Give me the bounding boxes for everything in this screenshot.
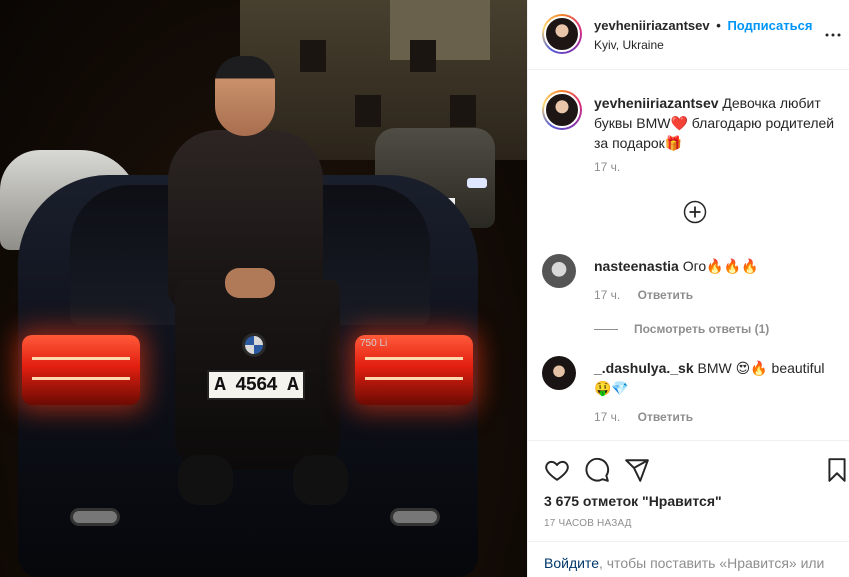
comment-username[interactable]: _.dashulya._sk — [594, 360, 694, 376]
reply-button[interactable]: Ответить — [638, 410, 693, 424]
comment-avatar[interactable] — [542, 254, 576, 288]
heart-icon[interactable] — [544, 457, 570, 483]
exhaust-pipe — [390, 508, 440, 526]
taillight-left — [22, 335, 140, 405]
building-window — [410, 40, 436, 72]
exhaust-pipe — [70, 508, 120, 526]
person-hands — [225, 268, 275, 298]
plus-circle-icon[interactable] — [683, 200, 707, 224]
building-window — [355, 95, 381, 127]
view-replies-button[interactable]: Посмотреть ответы (1) — [594, 322, 769, 336]
person-shoe — [178, 455, 233, 505]
caption-avatar[interactable] — [542, 90, 582, 130]
likes-count[interactable]: 3 675 отметок "Нравится" — [544, 493, 722, 509]
comment-meta: 17 ч. Ответить — [594, 288, 693, 302]
taillight-strip — [32, 377, 130, 380]
building-window — [300, 40, 326, 72]
comment-time[interactable]: 17 ч. — [594, 410, 620, 424]
post-actions: 3 675 отметок "Нравится" 17 ЧАСОВ НАЗАД … — [528, 440, 849, 577]
separator-dot: • — [716, 18, 721, 33]
comment-time[interactable]: 17 ч. — [594, 288, 620, 302]
headlight — [467, 178, 487, 188]
post-time-ago[interactable]: 17 ЧАСОВ НАЗАД — [544, 518, 632, 529]
caption-username[interactable]: yevheniiriazantsev — [594, 95, 719, 111]
replies-divider — [594, 329, 618, 331]
taillight-strip — [365, 377, 463, 380]
model-badge: 750 Li — [360, 338, 388, 349]
license-plate: А 4564 А — [207, 370, 305, 400]
reply-button[interactable]: Ответить — [638, 288, 693, 302]
bmw-logo — [242, 333, 266, 357]
caption-text-block: yevheniiriazantsev Девочка любит буквы B… — [594, 93, 837, 153]
taillight-strip — [32, 357, 130, 360]
more-horizontal-icon[interactable] — [824, 26, 842, 44]
comment-avatar[interactable] — [542, 356, 576, 390]
post-location[interactable]: Kyiv, Ukraine — [594, 38, 664, 52]
person-shoe — [293, 455, 348, 505]
building-window — [450, 95, 476, 127]
comment-username[interactable]: nasteenastia — [594, 258, 679, 274]
follow-button[interactable]: Подписаться — [727, 18, 812, 33]
post-side-panel: yevheniiriazantsev • Подписаться Kyiv, U… — [527, 0, 849, 577]
comment-text-block: nasteenastia Ого🔥🔥🔥 — [594, 256, 837, 276]
comment-text: Ого🔥🔥🔥 — [682, 258, 759, 274]
building-top — [390, 0, 490, 60]
author-avatar[interactable] — [542, 14, 582, 54]
author-username[interactable]: yevheniiriazantsev — [594, 18, 710, 33]
login-link[interactable]: Войдите — [544, 555, 599, 571]
author-line: yevheniiriazantsev • Подписаться — [594, 18, 812, 33]
view-replies-label: Посмотреть ответы (1) — [634, 322, 770, 336]
comment-text-block: _.dashulya._sk BMW 😍🔥 beautiful 🤑💎 — [594, 358, 837, 398]
taillight-strip — [365, 357, 463, 360]
post-photo[interactable]: 750 Li А 4564 А — [0, 0, 527, 577]
person-head — [215, 56, 275, 136]
caption-time[interactable]: 17 ч. — [594, 160, 620, 174]
post-header: yevheniiriazantsev • Подписаться Kyiv, U… — [528, 0, 849, 70]
comment-icon[interactable] — [584, 457, 610, 483]
share-icon[interactable] — [624, 457, 650, 483]
login-prompt: Войдите, чтобы поставить «Нравится» или … — [528, 541, 849, 577]
bookmark-icon[interactable] — [824, 457, 849, 483]
comment-meta: 17 ч. Ответить — [594, 410, 693, 424]
